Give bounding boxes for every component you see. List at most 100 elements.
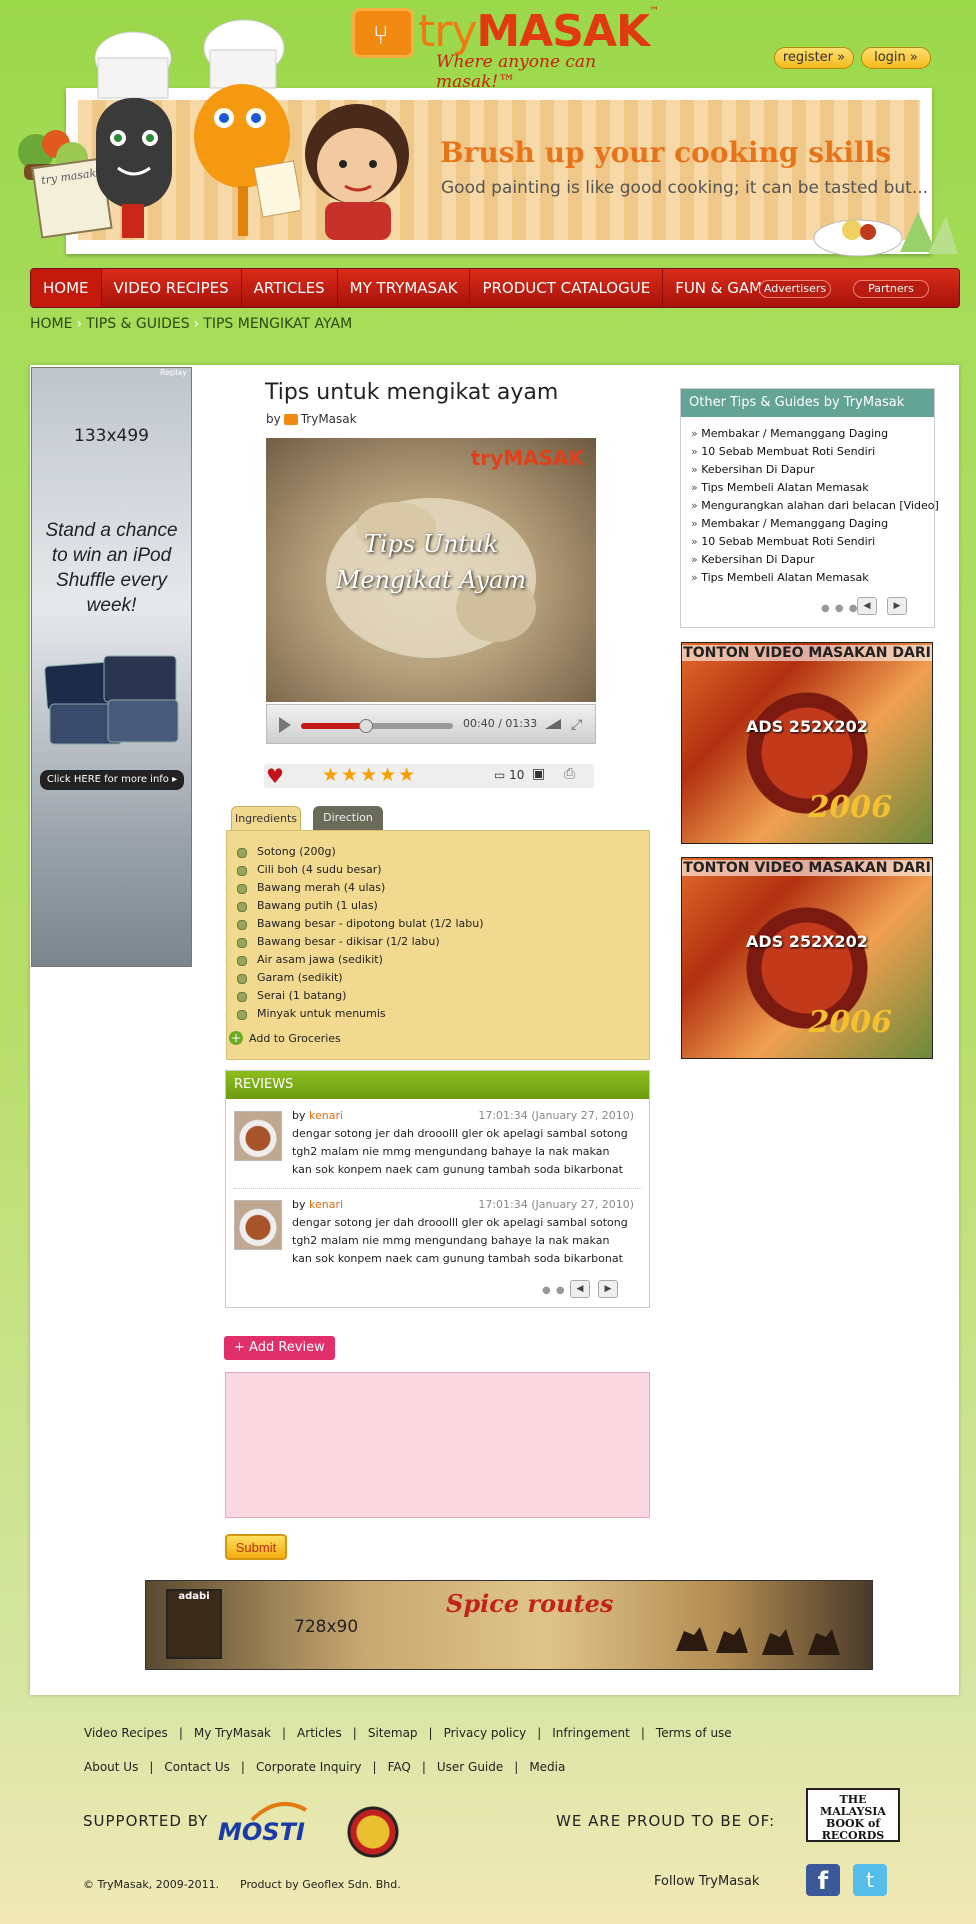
logo-tm: ™ [649,6,659,17]
malaysia-book-of-records-logo[interactable]: THE MALAYSIA BOOK of RECORDS [806,1788,900,1842]
government-crest-logo [336,1802,410,1862]
follow-label: Follow TryMasak [654,1874,760,1889]
ingredient-item: Minyak untuk menumis [233,1007,484,1025]
rating-stars[interactable]: ★★★★★ [322,764,417,786]
volume-icon[interactable] [545,719,561,729]
promo-ad-size: ADS 252X202 [746,932,868,951]
footer-link-media[interactable]: Media [529,1760,565,1774]
other-tip-link[interactable]: Tips Membeli Alatan Memasak [691,571,939,589]
reviews-next-arrow-icon[interactable]: ▶ [598,1280,618,1298]
login-button[interactable]: login » [861,47,931,69]
footer-link-video-recipes[interactable]: Video Recipes [84,1726,168,1740]
fullscreen-icon[interactable]: ⤢ [571,717,582,733]
reviews-prev-arrow-icon[interactable]: ◀ [570,1280,590,1298]
ingredient-item: Bawang merah (4 ulas) [233,881,484,899]
adabi-logo: adabi [166,1589,222,1659]
nav-articles[interactable]: ARTICLES [242,269,338,307]
tab-ingredients[interactable]: Ingredients [231,806,301,830]
print-icon[interactable]: ⎙ [564,766,575,782]
skyscraper-ad[interactable]: Replay 133x499 Stand a chance to win an … [31,367,192,967]
video-title-line-2: Mengikat Ayam [335,566,527,594]
advertisers-button[interactable]: Advertisers [759,280,831,298]
plus-icon: + [229,1031,243,1045]
nav-product-catalogue[interactable]: PRODUCT CATALOGUE [470,269,664,307]
trymasak-logo[interactable]: ⑂ tryMASAK™ Where anyone can masak!™ [352,6,659,92]
trymasak-mini-logo-icon [283,414,298,425]
tips-prev-arrow-icon[interactable]: ◀ [857,597,877,615]
leaderboard-ad[interactable]: adabi 728x90 Spice routes [145,1580,873,1670]
other-tips-panel: Other Tips & Guides by TryMasak Membakar… [680,388,939,628]
other-tip-link[interactable]: Tips Membeli Alatan Memasak [691,481,939,499]
add-to-groceries-label: Add to Groceries [249,1032,341,1045]
breadcrumb-home[interactable]: HOME [30,316,72,332]
footer-link-privacy[interactable]: Privacy policy [444,1726,527,1740]
other-tip-link[interactable]: 10 Sebab Membuat Roti Sendiri [691,445,939,463]
other-tip-link[interactable]: Kebersihan Di Dapur [691,463,939,481]
video-controls: 00:40 / 01:33 ⤢ [266,704,596,744]
promo-ad-1[interactable]: TONTON VIDEO MASAKAN DARI ADS 252X202 20… [681,642,933,844]
other-tip-link[interactable]: Mengurangkan alahan dari belacan [Video] [691,499,939,517]
twitter-icon[interactable]: t [853,1864,887,1896]
review-text: dengar sotong jer dah drooolll gler ok a… [292,1127,628,1176]
seek-bar[interactable] [301,719,453,733]
register-button[interactable]: register » [774,47,854,69]
video-player[interactable]: tryMASAK Tips Untuk Mengikat Ayam [266,438,596,702]
ad-replay-link[interactable]: Replay [160,368,187,377]
nav-home[interactable]: HOME [31,269,102,307]
nav-my-trymasak[interactable]: MY TRYMASAK [338,269,471,307]
reviews-pager-dots[interactable]: ● ● [542,1285,566,1296]
breadcrumb: HOME › TIPS & GUIDES › TIPS MENGIKAT AYAM [30,316,352,332]
footer-link-my-trymasak[interactable]: My TryMasak [194,1726,271,1740]
footer-link-about[interactable]: About Us [84,1760,138,1774]
review-user-link[interactable]: kenari [309,1198,343,1211]
footer-link-articles[interactable]: Articles [297,1726,342,1740]
submit-button[interactable]: Submit [225,1534,287,1560]
other-tip-link[interactable]: 10 Sebab Membuat Roti Sendiri [691,535,939,553]
breadcrumb-separator-icon: › [76,316,83,332]
breadcrumb-current: TIPS MENGIKAT AYAM [203,316,353,332]
views-value: 10 [509,768,525,782]
review-textarea[interactable] [225,1372,650,1518]
tips-next-arrow-icon[interactable]: ▶ [887,597,907,615]
partners-button[interactable]: Partners [853,280,929,298]
other-tip-link[interactable]: Kebersihan Di Dapur [691,553,939,571]
film-icon[interactable]: ▣ [532,766,545,782]
footer-link-user-guide[interactable]: User Guide [437,1760,503,1774]
review-user-link[interactable]: kenari [309,1109,343,1122]
review-text: dengar sotong jer dah drooolll gler ok a… [292,1216,628,1265]
tips-pager-dots[interactable]: ● ● ● [821,603,859,614]
promo-ad-2[interactable]: TONTON VIDEO MASAKAN DARI ADS 252X202 20… [681,857,933,1059]
promo-ad-title: TONTON VIDEO MASAKAN DARI [682,645,932,661]
heart-icon[interactable]: ♥ [266,764,284,788]
mosti-logo[interactable]: MOSTI [218,1800,310,1848]
footer-link-contact[interactable]: Contact Us [164,1760,230,1774]
footer-link-corporate[interactable]: Corporate Inquiry [256,1760,362,1774]
mosti-text: MOSTI [218,1818,305,1846]
promo-ad-size: ADS 252X202 [746,717,868,736]
add-to-groceries-button[interactable]: + Add to Groceries [229,1031,341,1045]
other-tip-link[interactable]: Membakar / Memanggang Daging [691,427,939,445]
reviews-panel: REVIEWS by kenari 17:01:34 (January 27, … [225,1070,650,1308]
ingredient-item: Air asam jawa (sedikit) [233,953,484,971]
footer-link-infringement[interactable]: Infringement [552,1726,630,1740]
breadcrumb-tips-guides[interactable]: TIPS & GUIDES [86,316,190,332]
play-icon[interactable] [279,717,291,733]
ingredient-item: Bawang besar - dikisar (1/2 labu) [233,935,484,953]
add-review-button[interactable]: + Add Review [224,1336,335,1360]
credit-cards-image [44,655,179,745]
seek-handle[interactable] [359,719,374,733]
facebook-icon[interactable]: f [806,1864,840,1896]
ad-promo-text: Stand a chance to win an iPod Shuffle ev… [45,520,178,616]
author-link[interactable]: TryMasak [301,412,357,426]
other-tip-link[interactable]: Membakar / Memanggang Daging [691,517,939,535]
review-author: by kenari [292,1109,343,1122]
review-by: by [292,1109,306,1122]
camel-caravan-image [676,1627,840,1655]
tab-direction[interactable]: Direction [313,806,383,830]
ad-more-info-button[interactable]: Click HERE for more info ▸ [40,770,184,790]
footer-link-sitemap[interactable]: Sitemap [368,1726,418,1740]
footer-link-terms[interactable]: Terms of use [656,1726,732,1740]
footer-link-faq[interactable]: FAQ [388,1760,411,1774]
nav-video-recipes[interactable]: VIDEO RECIPES [102,269,242,307]
video-watermark: tryMASAK [470,446,584,470]
